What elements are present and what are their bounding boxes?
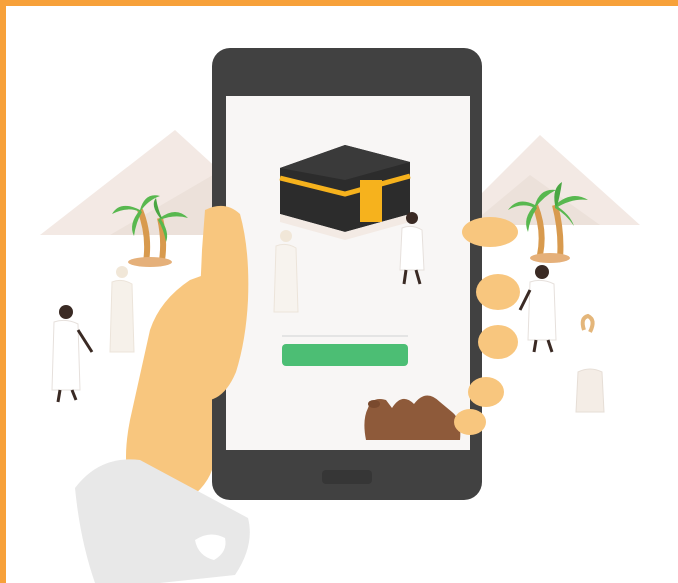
pilgrim-icon — [51, 305, 94, 403]
illustration — [40, 48, 640, 583]
pilgrim-icon — [109, 266, 135, 353]
pilgrim-icon — [518, 265, 557, 353]
screen-green-button[interactable] — [282, 344, 408, 366]
home-button — [322, 470, 372, 484]
pilgrim-icon — [575, 313, 605, 413]
